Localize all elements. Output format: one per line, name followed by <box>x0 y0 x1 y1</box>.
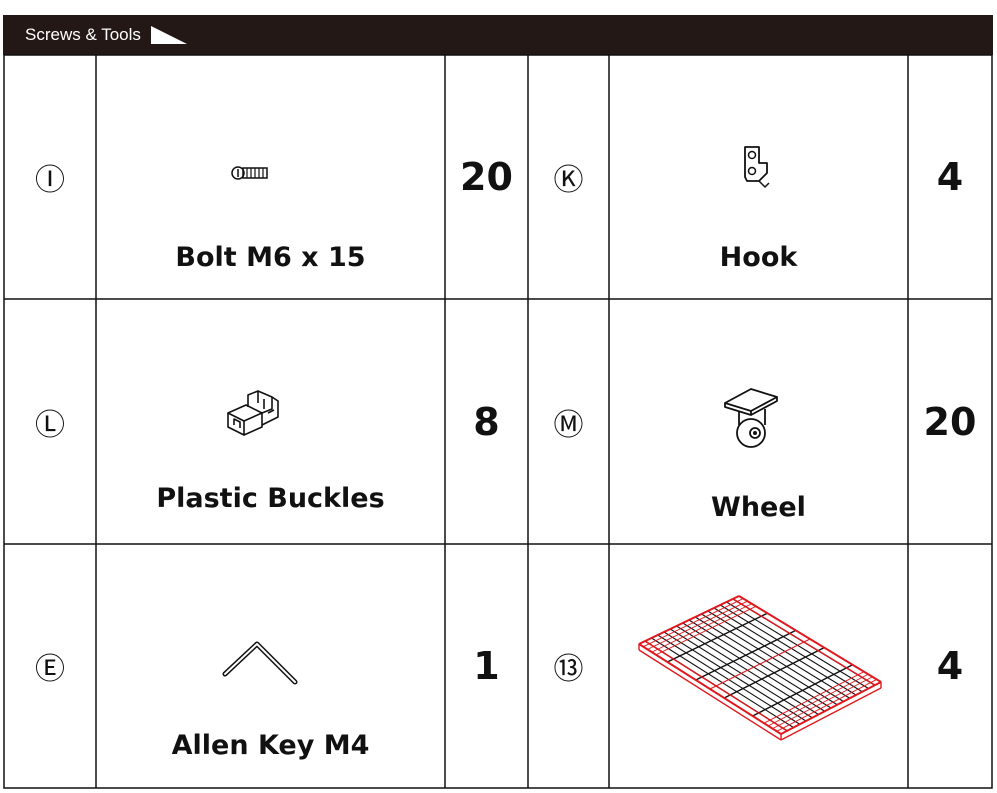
wheel-icon <box>724 388 778 448</box>
part-name: Allen Key M4 <box>171 730 370 761</box>
plastic-buckle-icon <box>227 390 279 436</box>
table-row: Ⓔ Allen Key M4 1 ⑬ 4 <box>4 544 992 788</box>
part-marker: Ⓔ <box>35 652 65 687</box>
part-quantity: 20 <box>923 399 977 444</box>
part-name: Wheel <box>711 492 806 523</box>
part-quantity: 4 <box>936 155 964 199</box>
part-marker: Ⓛ <box>35 407 65 443</box>
table-row: Ⓘ Bolt M6 x 15 20 Ⓚ Hook 4 <box>4 55 992 299</box>
part-marker: ⑬ <box>553 652 584 687</box>
part-name: Hook <box>719 242 798 273</box>
part-name: Bolt M6 x 15 <box>175 242 366 273</box>
part-quantity: 20 <box>460 155 513 199</box>
table-row: Ⓛ Plastic Buckles 8 Ⓜ Wheel 20 <box>4 299 992 544</box>
allen-key-icon <box>222 641 298 685</box>
wire-shelf-icon <box>638 595 882 741</box>
bolt-icon <box>231 166 268 180</box>
part-name: Plastic Buckles <box>156 483 385 514</box>
part-quantity: 8 <box>473 399 500 444</box>
hook-icon <box>744 146 770 189</box>
part-marker: Ⓘ <box>35 163 65 198</box>
part-quantity: 1 <box>473 644 500 688</box>
part-marker: Ⓜ <box>553 407 584 443</box>
part-marker: Ⓚ <box>553 163 584 198</box>
part-quantity: 4 <box>936 644 964 688</box>
